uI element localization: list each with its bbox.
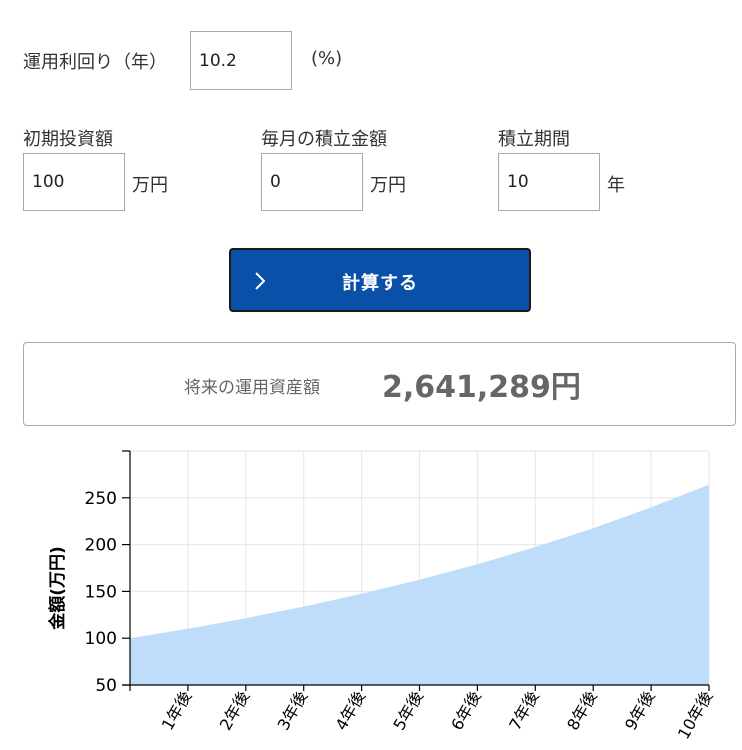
calculate-button[interactable]: 計算する: [229, 248, 531, 312]
x-tick-label: 8年後: [563, 688, 601, 734]
x-tick-label: 1年後: [158, 688, 196, 734]
y-tick-label: 100: [85, 629, 117, 649]
calculate-button-label: 計算する: [342, 273, 418, 293]
result-label: 将来の運用資産額: [184, 378, 320, 398]
rate-label: 運用利回り（年）: [23, 52, 167, 73]
initial-input[interactable]: [23, 153, 125, 211]
rate-unit: (%): [311, 48, 343, 69]
result-value: 2,641,289円: [382, 370, 581, 405]
rate-input[interactable]: [190, 31, 292, 90]
x-tick-label: 2年後: [216, 688, 254, 734]
period-unit: 年: [607, 175, 625, 196]
x-tick-label: 4年後: [332, 688, 370, 734]
y-tick-label: 50: [95, 676, 117, 696]
x-tick-label: 10年後: [674, 688, 717, 743]
x-tick-label: 5年後: [389, 688, 427, 734]
asset-growth-chart: 50 100 150 200 250 1年後 2年後 3年後 4年後 5年後 6年後 7年後 8年後 9年…: [47, 450, 717, 743]
x-tick-label: 7年後: [505, 688, 543, 734]
y-tick-label: 250: [85, 489, 117, 509]
initial-unit: 万円: [132, 175, 168, 196]
x-tick-label: 3年後: [274, 688, 312, 734]
x-tick-label: 6年後: [447, 688, 485, 734]
period-input[interactable]: [498, 153, 600, 211]
initial-label: 初期投資額: [23, 129, 113, 150]
y-tick-label: 150: [85, 582, 117, 602]
result-panel: 将来の運用資産額 2,641,289円: [23, 342, 736, 426]
monthly-unit: 万円: [370, 175, 406, 196]
y-axis-title: 金額(万円): [47, 546, 68, 631]
period-label: 積立期間: [498, 129, 570, 150]
monthly-label: 毎月の積立金額: [261, 129, 387, 150]
y-tick-label: 200: [85, 536, 117, 556]
x-tick-label: 9年後: [621, 688, 659, 734]
monthly-input[interactable]: [261, 153, 363, 211]
